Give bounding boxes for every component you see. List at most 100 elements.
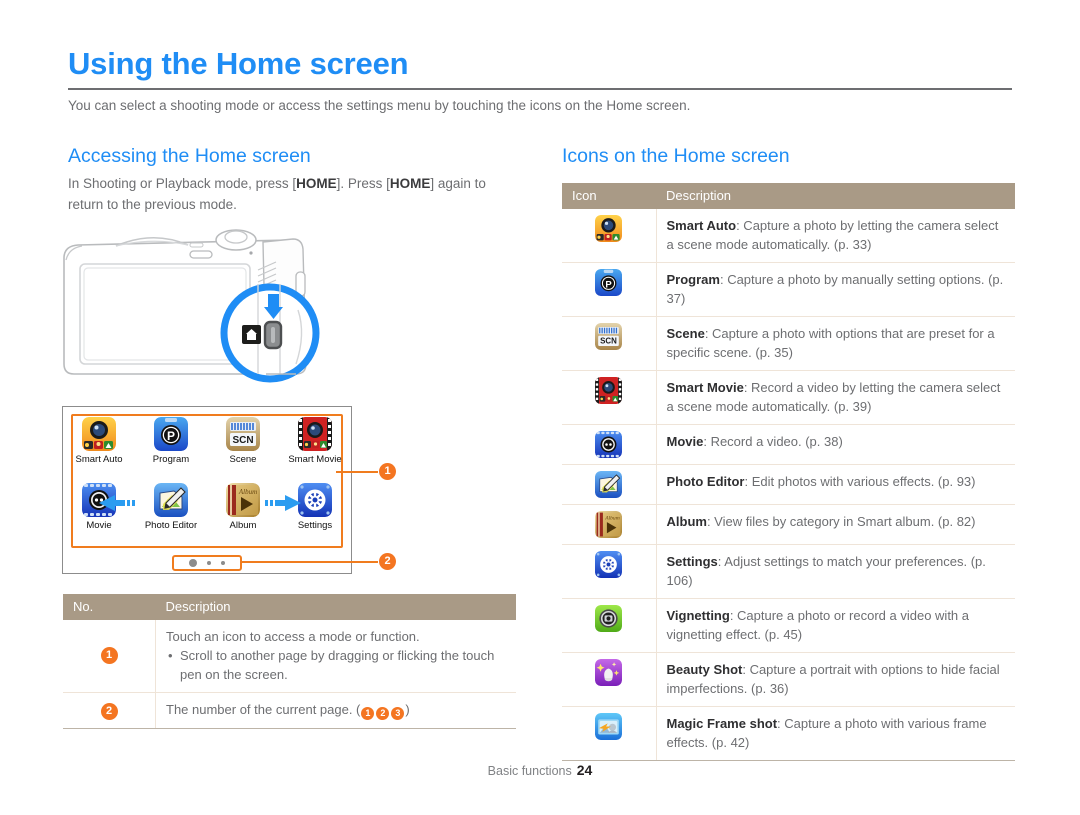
icon-cell: Album — [562, 504, 657, 545]
table-row: Settings: Adjust settings to match your … — [562, 544, 1015, 599]
home-icon-label: Program — [152, 454, 190, 465]
icon-description: : Edit photos with various effects. (p. … — [744, 474, 976, 489]
settings-icon — [595, 551, 623, 578]
smart-auto-icon — [595, 215, 623, 242]
home-icon-movie[interactable]: Movie — [65, 483, 133, 531]
icon-description-cell: Settings: Adjust settings to match your … — [656, 544, 1015, 599]
row-number-cell: 2 — [63, 692, 156, 729]
svg-text:SCN: SCN — [600, 337, 617, 346]
vignetting-icon — [595, 605, 623, 632]
table-row: Smart Movie: Record a video by letting t… — [562, 370, 1015, 425]
section-heading-accessing: Accessing the Home screen — [68, 145, 311, 167]
page-footer: Basic functions 24 — [0, 762, 1080, 778]
table-row: 1 Touch an icon to access a mode or func… — [63, 620, 516, 693]
icon-name: Movie — [666, 434, 704, 449]
icon-description: : View files by category in Smart album.… — [706, 514, 976, 529]
home-icon-row-1: Smart Auto P Program SCN Scene Smart Mov… — [63, 417, 351, 465]
home-icon-label: Movie — [86, 520, 112, 531]
smart-movie-icon — [298, 417, 332, 451]
page-indicator[interactable] — [172, 555, 242, 571]
icon-name: Magic Frame shot — [666, 716, 778, 731]
home-icon-smart-auto[interactable]: Smart Auto — [65, 417, 133, 465]
home-icon-settings[interactable]: Settings — [281, 483, 349, 531]
current-page-text-post: ) — [405, 702, 410, 717]
movie-icon — [82, 483, 116, 517]
svg-text:SCN: SCN — [232, 435, 253, 446]
icon-cell: SCN — [562, 316, 657, 371]
column-header-description: Description — [656, 183, 1015, 209]
table-row: Magic Frame shot: Capture a photo with v… — [562, 706, 1015, 761]
icon-name: Smart Movie — [666, 380, 744, 395]
smart-auto-icon — [82, 417, 116, 451]
page-title: Using the Home screen — [68, 46, 409, 81]
icon-cell — [562, 464, 657, 505]
home-icon-smart-movie[interactable]: Smart Movie — [281, 417, 349, 465]
icon-description: : Capture a photo with options that are … — [666, 326, 995, 360]
icon-name: Settings — [666, 554, 718, 569]
home-key-icon — [242, 325, 261, 344]
callout-marker-2: 2 — [379, 553, 396, 570]
camera-illustration — [58, 224, 378, 394]
icon-description-cell: Album: View files by category in Smart a… — [656, 504, 1015, 545]
icon-name: Program — [666, 272, 720, 287]
home-icon-row-2: Movie Photo Editor Album Album Settings — [63, 483, 351, 531]
home-icon-label: Scene — [229, 454, 257, 465]
table-row: Beauty Shot: Capture a portrait with opt… — [562, 652, 1015, 707]
page-badge-3: 3 — [391, 707, 405, 720]
home-icon-album[interactable]: Album Album — [209, 483, 277, 531]
body-text-mid: ]. Press [ — [336, 176, 390, 191]
current-page-text-pre: The number of the current page. ( — [166, 702, 361, 717]
bullet-item: Scroll to another page by dragging or fl… — [168, 646, 506, 684]
movie-icon — [595, 431, 623, 458]
icons-table: Icon Description Smart Auto: Capture a p… — [562, 183, 1015, 761]
home-icon-label: Smart Movie — [288, 454, 342, 465]
icon-description-cell: Program: Capture a photo by manually set… — [656, 262, 1015, 317]
callout-leader-1 — [336, 471, 378, 473]
scene-icon: SCN — [226, 417, 260, 451]
icon-description-cell: Smart Auto: Capture a photo by letting t… — [656, 209, 1015, 263]
document-page: Using the Home screen You can select a s… — [0, 0, 1080, 815]
page-dot — [207, 561, 211, 565]
photo-editor-icon — [595, 471, 623, 498]
footer-label: Basic functions — [487, 764, 572, 778]
row-description-cell: The number of the current page. (1 2 3) — [155, 692, 516, 729]
icon-cell — [562, 652, 657, 707]
icon-description-cell: Beauty Shot: Capture a portrait with opt… — [656, 652, 1015, 707]
icon-cell — [562, 544, 657, 599]
table-row: SCN Scene: Capture a photo with options … — [562, 316, 1015, 371]
icon-description-cell: Smart Movie: Record a video by letting t… — [656, 370, 1015, 425]
footer-page-number: 24 — [576, 762, 593, 778]
body-text-pre: In Shooting or Playback mode, press [ — [68, 176, 297, 191]
row-description-line: Touch an icon to access a mode or functi… — [166, 629, 420, 644]
icon-name: Vignetting — [666, 608, 730, 623]
home-icon-label: Smart Auto — [75, 454, 123, 465]
numbers-table: No. Description 1 Touch an icon to acces… — [63, 594, 516, 729]
section-heading-icons: Icons on the Home screen — [562, 145, 790, 167]
smart-movie-icon — [595, 377, 623, 404]
home-icon-photo-editor[interactable]: Photo Editor — [137, 483, 205, 531]
callout-marker-1: 1 — [379, 463, 396, 480]
intro-paragraph: You can select a shooting mode or access… — [68, 98, 691, 113]
column-header-description: Description — [155, 594, 516, 620]
icon-description: : Record a video. (p. 38) — [703, 434, 843, 449]
row-badge-1: 1 — [100, 647, 118, 664]
svg-text:Album: Album — [238, 488, 257, 496]
icon-cell — [562, 706, 657, 761]
home-icon-program[interactable]: P Program — [137, 417, 205, 465]
icon-cell — [562, 424, 657, 465]
svg-text:P: P — [606, 279, 613, 290]
icon-description-cell: Movie: Record a video. (p. 38) — [656, 424, 1015, 465]
table-header-row: No. Description — [63, 594, 516, 620]
album-icon: Album — [226, 483, 260, 517]
table-row: P Program: Capture a photo by manually s… — [562, 262, 1015, 317]
home-icon-label: Album — [229, 520, 257, 531]
icon-description-cell: Magic Frame shot: Capture a photo with v… — [656, 706, 1015, 761]
icon-name: Scene — [666, 326, 705, 341]
icon-name: Photo Editor — [666, 474, 745, 489]
icon-name: Smart Auto — [666, 218, 737, 233]
home-icon-scene[interactable]: SCN Scene — [209, 417, 277, 465]
page-badge-2: 2 — [376, 707, 390, 720]
icon-name: Beauty Shot — [666, 662, 743, 677]
callout-leader-2 — [242, 561, 378, 563]
title-divider — [68, 88, 1012, 90]
